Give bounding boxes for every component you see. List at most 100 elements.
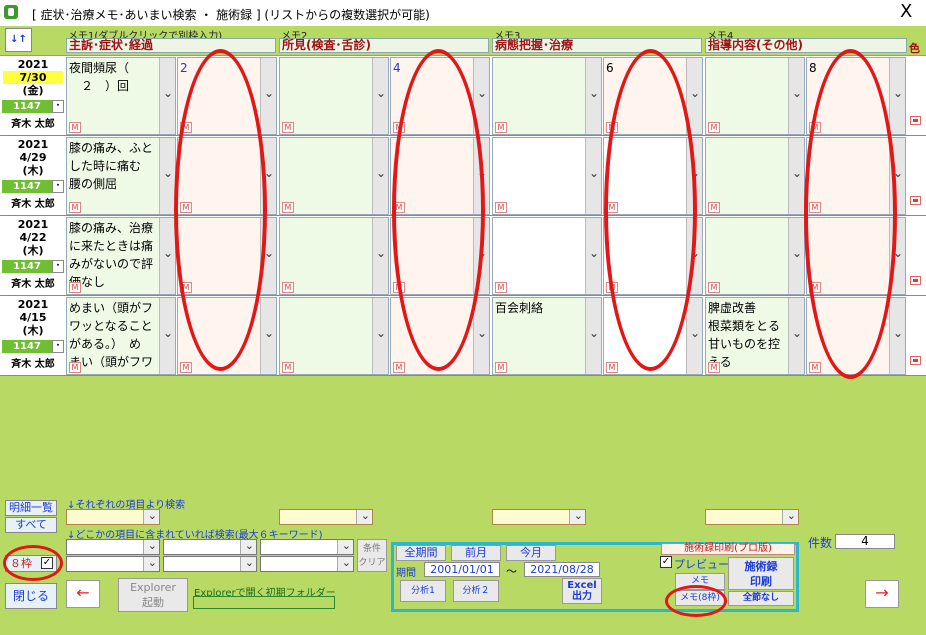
keyword3-combo[interactable] (260, 539, 354, 555)
chevron-down-icon[interactable] (372, 298, 388, 374)
memo-m-button[interactable]: M (495, 202, 507, 213)
chevron-down-icon[interactable] (159, 218, 175, 294)
chevron-down-icon[interactable] (788, 138, 804, 214)
memo-cell[interactable]: めまい（頭がフ ワッとなること がある。） め まい（頭がフワM (66, 297, 176, 375)
memo-cell[interactable]: M (279, 217, 389, 295)
excel-export-button[interactable]: Excel 出力 (562, 578, 602, 604)
date-cell[interactable]: 2021 4/15 (木) 1147 ･ 斉木 太郎 (0, 296, 66, 375)
memo-cell[interactable]: M (705, 137, 805, 215)
prev-month-button[interactable]: 前月 (451, 545, 501, 561)
memo-m-button[interactable]: M (606, 362, 618, 373)
sort-button[interactable]: ↓↑ (5, 28, 32, 52)
analysis2-button[interactable]: 分析２ (453, 580, 499, 602)
memo-m-button[interactable]: M (69, 282, 81, 293)
memo-cell[interactable]: M (492, 57, 602, 135)
date-cell[interactable]: 2021 4/22 (木) 1147 ･ 斉木 太郎 (0, 216, 66, 295)
keyword1-combo[interactable] (66, 539, 160, 555)
memo-cell[interactable]: M (705, 57, 805, 135)
chevron-down-icon[interactable] (686, 298, 702, 374)
detail-dot-button[interactable]: ･ (52, 180, 64, 193)
search-memo4-combo[interactable] (705, 509, 799, 525)
memo-m-button[interactable]: M (809, 362, 821, 373)
chevron-down-icon[interactable] (159, 58, 175, 134)
memo-m-button[interactable]: M (495, 122, 507, 133)
detail-dot-button[interactable]: ･ (52, 340, 64, 353)
memo-m-button[interactable]: M (708, 122, 720, 133)
close-icon[interactable]: X (900, 2, 912, 22)
memo-cell[interactable]: M (705, 217, 805, 295)
keyword4-combo[interactable] (66, 556, 160, 572)
memo-cell[interactable]: 百会刺絡 M (492, 297, 602, 375)
memo-m-button[interactable]: M (282, 202, 294, 213)
chevron-down-icon[interactable] (159, 298, 175, 374)
memo-m-button[interactable]: M (69, 362, 81, 373)
analysis1-button[interactable]: 分析1 (400, 580, 446, 602)
all-button[interactable]: すべて (5, 517, 57, 533)
memo-cell[interactable]: M (492, 217, 602, 295)
prev-arrow-button[interactable]: ← (66, 580, 100, 608)
date-cell[interactable]: 2021 7/30 (金) 1147 ･ 斉木 太郎 (0, 56, 66, 135)
chevron-down-icon[interactable] (159, 138, 175, 214)
memo-m-button[interactable]: M (282, 282, 294, 293)
chevron-down-icon[interactable] (585, 58, 601, 134)
memo-cell[interactable]: 膝の痛み、治療 に来たときは痛 みがないので評 価なしM (66, 217, 176, 295)
chevron-down-icon[interactable] (372, 58, 388, 134)
memo-cell[interactable]: 夜間頻尿（ ２ ）回 M (66, 57, 176, 135)
chevron-down-icon[interactable] (372, 138, 388, 214)
close-button[interactable]: 閉じる (5, 583, 57, 609)
all-period-button[interactable]: 全期間 (396, 545, 446, 561)
memo-m-button[interactable]: M (69, 202, 81, 213)
memo-cell[interactable]: M (492, 137, 602, 215)
memo-cell[interactable]: 脾虚改善 根菜類をとる 甘いものを控 えるM (705, 297, 805, 375)
search-memo3-combo[interactable] (492, 509, 586, 525)
detail-dot-button[interactable]: ･ (52, 260, 64, 273)
chevron-down-icon[interactable] (585, 138, 601, 214)
memo-m-button[interactable]: M (180, 362, 192, 373)
memo-cell[interactable]: 膝の痛み、ふと した時に痛む 腰の側屈 M (66, 137, 176, 215)
color-button[interactable] (910, 356, 921, 365)
preview-checkbox[interactable]: ✓ (660, 556, 672, 568)
this-month-button[interactable]: 今月 (506, 545, 556, 561)
search-memo1-combo[interactable] (66, 509, 160, 525)
all-none-button[interactable]: 全節なし (728, 591, 794, 606)
memo-m-button[interactable]: M (69, 122, 81, 133)
date-cell[interactable]: 2021 4/29 (木) 1147 ･ 斉木 太郎 (0, 136, 66, 215)
chevron-down-icon[interactable] (372, 218, 388, 294)
chevron-down-icon[interactable] (889, 298, 905, 374)
chevron-down-icon[interactable] (260, 298, 276, 374)
record-print-button[interactable]: 施術録 印刷 (728, 557, 794, 590)
color-button[interactable] (910, 276, 921, 285)
memo-m-button[interactable]: M (708, 282, 720, 293)
keyword6-combo[interactable] (260, 556, 354, 572)
search-memo2-combo[interactable] (279, 509, 373, 525)
explorer-folder-field[interactable] (193, 596, 335, 609)
keyword5-combo[interactable] (163, 556, 257, 572)
memo-m-button[interactable]: M (393, 362, 405, 373)
chevron-down-icon[interactable] (585, 298, 601, 374)
period-from-field[interactable]: 2001/01/01 (424, 562, 500, 577)
memo-m-button[interactable]: M (495, 362, 507, 373)
chevron-down-icon[interactable] (889, 58, 905, 134)
period-to-field[interactable]: 2021/08/28 (524, 562, 600, 577)
chevron-down-icon[interactable] (788, 298, 804, 374)
color-button[interactable] (910, 116, 921, 125)
memo-m-button[interactable]: M (708, 202, 720, 213)
memo-cell[interactable]: M (279, 297, 389, 375)
color-button[interactable] (910, 196, 921, 205)
memo-m-button[interactable]: M (282, 362, 294, 373)
memo-cell[interactable]: M (279, 137, 389, 215)
next-arrow-button[interactable]: → (865, 580, 899, 608)
memo-cell[interactable]: M (279, 57, 389, 135)
memo-m-button[interactable]: M (708, 362, 720, 373)
chevron-down-icon[interactable] (788, 58, 804, 134)
chevron-down-icon[interactable] (585, 218, 601, 294)
chevron-down-icon[interactable] (260, 58, 276, 134)
chevron-down-icon[interactable] (788, 218, 804, 294)
detail-list-button[interactable]: 明細一覧 (5, 500, 57, 516)
memo-m-button[interactable]: M (495, 282, 507, 293)
explorer-button[interactable]: Explorer 起動 (118, 578, 188, 612)
memo-m-button[interactable]: M (282, 122, 294, 133)
keyword2-combo[interactable] (163, 539, 257, 555)
condition-clear-button[interactable]: 条件 クリア (357, 539, 387, 572)
detail-dot-button[interactable]: ･ (52, 100, 64, 113)
